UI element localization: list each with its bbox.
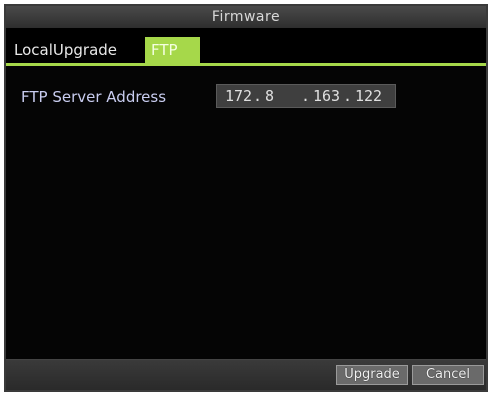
ip-octet-2[interactable]: 8 xyxy=(265,85,274,107)
ftp-server-address-label: FTP Server Address xyxy=(21,88,167,106)
title-bar: Firmware xyxy=(6,6,486,29)
tab-ftp[interactable]: FTP xyxy=(145,37,200,63)
ftp-server-address-input[interactable]: 172 . 8 . 163 . 122 xyxy=(216,84,396,108)
upgrade-button[interactable]: Upgrade xyxy=(336,365,408,385)
tab-bar: LocalUpgrade FTP xyxy=(6,28,486,63)
button-bar: Upgrade Cancel xyxy=(6,359,486,390)
ip-separator: . xyxy=(343,87,353,105)
ip-octet-4[interactable]: 122 xyxy=(355,85,382,107)
cancel-button[interactable]: Cancel xyxy=(412,365,484,385)
ip-octet-3[interactable]: 163 xyxy=(313,85,340,107)
ip-octet-1[interactable]: 172 xyxy=(225,85,252,107)
ip-separator: . xyxy=(253,87,263,105)
ftp-panel: FTP Server Address 172 . 8 . 163 . 122 xyxy=(6,66,486,364)
window-title: Firmware xyxy=(211,9,281,25)
tab-local-upgrade[interactable]: LocalUpgrade xyxy=(8,37,143,63)
firmware-dialog: Firmware LocalUpgrade FTP FTP Server Add… xyxy=(4,4,488,392)
ip-separator: . xyxy=(301,87,311,105)
